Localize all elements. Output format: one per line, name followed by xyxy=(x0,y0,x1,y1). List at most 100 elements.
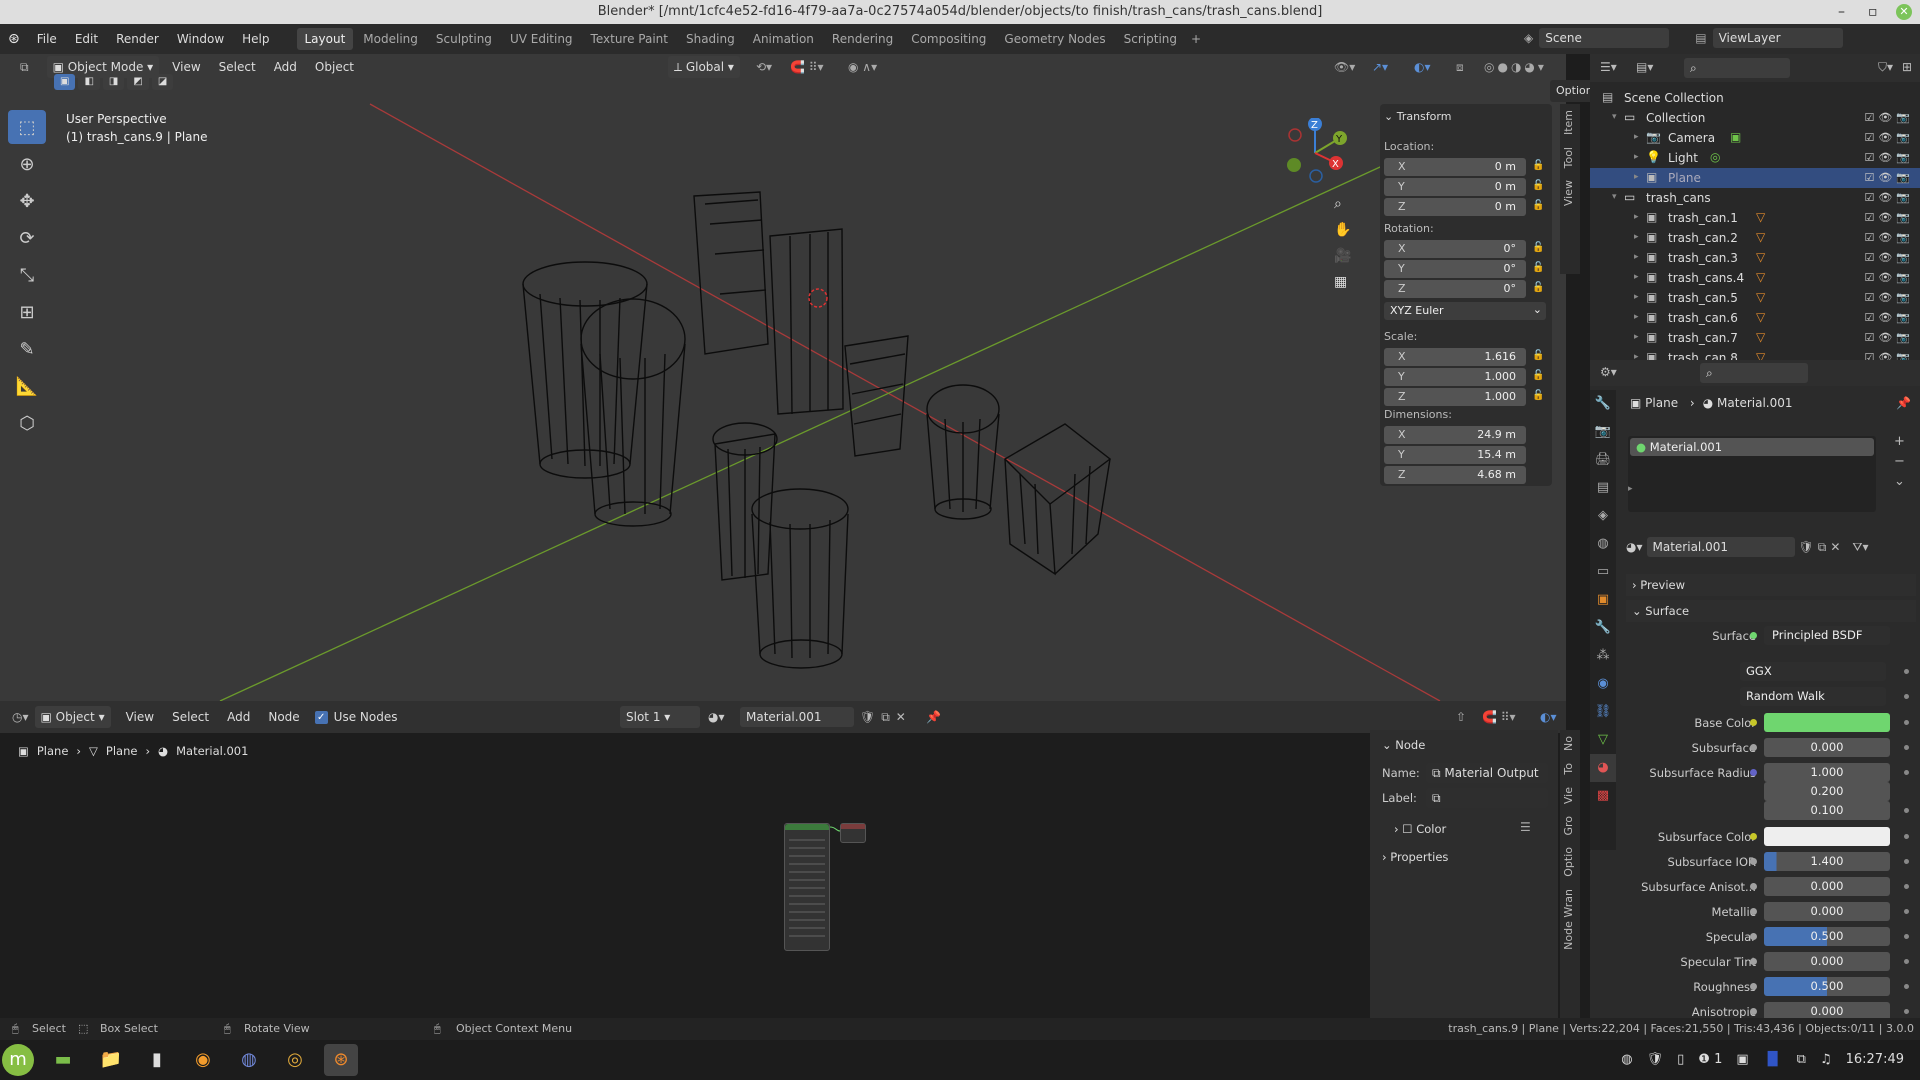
minimize-icon[interactable]: – xyxy=(1838,0,1845,24)
sidebar-tab-tool[interactable]: Tool xyxy=(1560,141,1577,174)
color-presets-icon[interactable]: ☰ xyxy=(1520,820,1531,834)
tab-modeling[interactable]: Modeling xyxy=(355,28,426,50)
node-overlay-icon[interactable]: ◐▾ xyxy=(1540,710,1557,724)
outliner-item-plane[interactable]: ▸ ▣ Plane ☑👁📷 xyxy=(1590,168,1920,188)
dimensions-x-field[interactable]: X 24.9 m xyxy=(1384,426,1526,444)
object-tab-icon[interactable]: ▣ xyxy=(1590,586,1616,614)
use-nodes-checkbox[interactable]: ✓ xyxy=(314,710,328,724)
maximize-icon[interactable]: ▫ xyxy=(1868,0,1878,24)
scale-x-field[interactable]: X 1.616 xyxy=(1384,348,1526,366)
transform-header[interactable]: ⌄ Transform xyxy=(1384,110,1451,123)
scene-tab-icon[interactable]: ◈ xyxy=(1590,502,1616,530)
network-icon[interactable]: ⧉ xyxy=(1797,1052,1806,1067)
pin-icon[interactable]: 📌 xyxy=(1896,396,1911,410)
new-collection-icon[interactable]: ⊞ xyxy=(1902,60,1912,74)
gizmo-toggle-icon[interactable]: ↗▾ xyxy=(1372,60,1388,74)
move-tool[interactable]: ✥ xyxy=(8,184,46,218)
socket-icon[interactable] xyxy=(1750,769,1757,776)
tab-geometry-nodes[interactable]: Geometry Nodes xyxy=(996,28,1113,50)
add-slot-icon[interactable]: + xyxy=(1894,432,1905,452)
node-menu-select[interactable]: Select xyxy=(163,710,218,724)
bsdf-value-field[interactable] xyxy=(1764,827,1890,846)
discord-tray-icon[interactable]: ◍ xyxy=(1621,1052,1632,1067)
bsdf-value-field[interactable]: 0.200 xyxy=(1764,782,1890,801)
socket-icon[interactable] xyxy=(1750,933,1757,940)
chevron-down-icon[interactable]: ▾ xyxy=(1612,112,1617,122)
physics-tab-icon[interactable]: ◉ xyxy=(1590,670,1616,698)
slot-dropdown[interactable]: Slot 1 ▾ xyxy=(620,706,700,728)
outliner-item-trash_can-2[interactable]: ▸ ▣ trash_can.2 ▽ ☑👁📷 xyxy=(1590,228,1920,248)
chevron-right-icon[interactable]: ▸ xyxy=(1634,212,1639,222)
visibility-toggles[interactable]: ☑👁📷 xyxy=(1864,251,1914,264)
bsdf-value-field[interactable]: 0.500 xyxy=(1764,977,1890,996)
view-layer-icon[interactable]: ▤ xyxy=(1695,31,1706,45)
node-panel-header[interactable]: ⌄ Node xyxy=(1382,738,1425,752)
chevron-right-icon[interactable]: ▸ xyxy=(1634,152,1639,162)
lock-icon[interactable]: 🔓 xyxy=(1532,200,1544,211)
rotate-tool[interactable]: ⟳ xyxy=(8,221,46,255)
outliner-item-scene-collection[interactable]: ▤ Scene Collection xyxy=(1590,88,1920,108)
outliner-item-trash_can-5[interactable]: ▸ ▣ trash_can.5 ▽ ☑👁📷 xyxy=(1590,288,1920,308)
shader-type-dropdown[interactable]: ▣ Object ▾ xyxy=(34,706,111,728)
lock-icon[interactable]: 🔓 xyxy=(1532,242,1544,253)
constraints-tab-icon[interactable]: ⛓ xyxy=(1590,698,1616,726)
viewport-menu-select[interactable]: Select xyxy=(210,60,265,74)
discord-icon[interactable]: ◍ xyxy=(232,1044,266,1076)
preview-panel-header[interactable]: › Preview xyxy=(1626,574,1916,596)
lock-icon[interactable]: 🔓 xyxy=(1532,180,1544,191)
output-tab-icon[interactable]: 🖨 xyxy=(1590,446,1616,474)
chevron-right-icon[interactable]: ▸ xyxy=(1634,312,1639,322)
outliner-editor-icon[interactable]: ☰▾ xyxy=(1600,60,1617,74)
chevron-down-icon[interactable]: ▾ xyxy=(1612,192,1617,202)
tab-compositing[interactable]: Compositing xyxy=(903,28,994,50)
menu-render[interactable]: Render xyxy=(107,32,168,46)
outliner-search-input[interactable]: ⌕ xyxy=(1684,58,1790,78)
scale-z-field[interactable]: Z 1.000 xyxy=(1384,388,1526,406)
bsdf-value-field[interactable]: 0.500 xyxy=(1764,927,1890,946)
intersect-selection-icon[interactable]: ◪ xyxy=(151,74,174,90)
visibility-toggles[interactable]: ☑👁📷 xyxy=(1864,211,1914,224)
socket-icon[interactable] xyxy=(1750,1008,1757,1015)
node-editor-type-icon[interactable]: ◷▾ xyxy=(12,710,29,724)
material-browse-icon[interactable]: ◕▾ xyxy=(708,710,725,724)
lock-icon[interactable]: 🔓 xyxy=(1532,262,1544,273)
tab-layout[interactable]: Layout xyxy=(296,28,354,50)
socket-icon[interactable] xyxy=(1750,833,1757,840)
volume-icon[interactable]: ♫ xyxy=(1820,1052,1832,1067)
slot-menu-icon[interactable]: ⌄ xyxy=(1894,472,1905,492)
properties-search-input[interactable]: ⌕ xyxy=(1700,363,1808,383)
node-menu-view[interactable]: View xyxy=(117,710,163,724)
socket-icon[interactable] xyxy=(1750,858,1757,865)
outliner-item-trash_can-7[interactable]: ▸ ▣ trash_can.7 ▽ ☑👁📷 xyxy=(1590,328,1920,348)
visibility-toggles[interactable]: ☑👁📷 xyxy=(1864,311,1914,324)
mint-menu-icon[interactable]: m xyxy=(2,1044,34,1076)
material-actions-icon[interactable]: 🛡⧉✕ xyxy=(860,710,912,725)
surface-panel-header[interactable]: ⌄ Surface xyxy=(1626,600,1916,622)
chevron-right-icon[interactable]: ▸ xyxy=(1634,332,1639,342)
sidebar-tab-view[interactable]: View xyxy=(1560,174,1577,212)
visibility-toggles[interactable]: ☑👁📷 xyxy=(1864,171,1914,184)
sidebar-tab-item[interactable]: Item xyxy=(1560,104,1577,141)
scene-icon[interactable]: ◈ xyxy=(1524,31,1533,45)
visibility-toggles[interactable]: ☑👁📷 xyxy=(1864,331,1914,344)
file-manager-icon[interactable]: 📁 xyxy=(94,1044,128,1076)
3d-viewport[interactable]: Z Y X ⌕ ✋ 🎥 ▦ xyxy=(0,54,1566,701)
orientation-dropdown[interactable]: ⟂ Global ▾ xyxy=(668,56,740,78)
viewport-menu-add[interactable]: Add xyxy=(265,60,306,74)
location-y-field[interactable]: Y0 m xyxy=(1384,178,1526,196)
outliner-item-collection[interactable]: ▾ ▭ Collection ☑👁📷 xyxy=(1590,108,1920,128)
shading-modes-icon[interactable]: ◎●◑◕▾ xyxy=(1484,60,1547,74)
blender-taskbar-icon[interactable]: ⊛ xyxy=(324,1044,358,1076)
pivot-icon[interactable]: ⟲▾ xyxy=(756,60,772,74)
close-icon[interactable]: ✕ xyxy=(1896,4,1912,20)
node-name-field[interactable]: ⧉ Material Output xyxy=(1426,763,1548,783)
tab-scripting[interactable]: Scripting xyxy=(1116,28,1185,50)
viewport-menu-view[interactable]: View xyxy=(163,60,209,74)
bsdf-value-field[interactable]: 0.000 xyxy=(1764,902,1890,921)
fake-user-icon[interactable]: 🛡 xyxy=(1799,540,1814,554)
node-material-field[interactable]: Material.001 xyxy=(740,707,854,727)
scale-tool[interactable]: ⤡ xyxy=(8,258,46,292)
visibility-toggles[interactable]: ☑👁📷 xyxy=(1864,271,1914,284)
chrome-icon[interactable]: ◎ xyxy=(278,1044,312,1076)
view-layer-tab-icon[interactable]: ▤ xyxy=(1590,474,1616,502)
